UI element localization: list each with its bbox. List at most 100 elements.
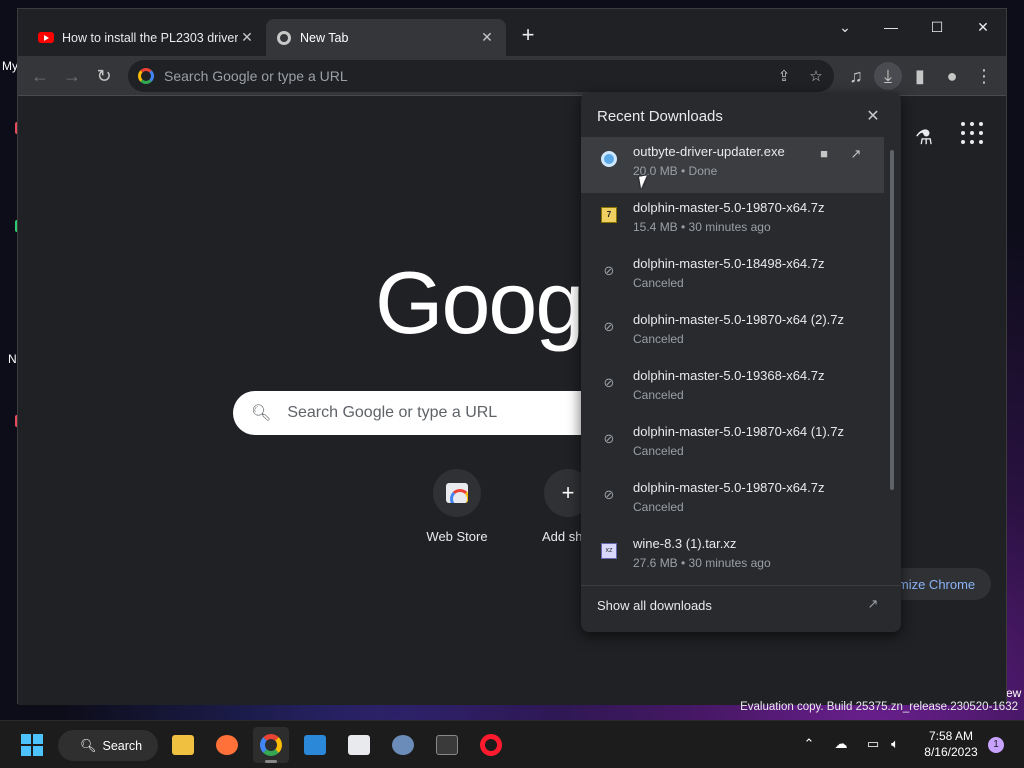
taskbar: 🔍︎ Search ⌃ ☁ ▭ 🔈︎ 7:58 AM 8/16/2023 1 (0, 720, 1024, 768)
download-filename: dolphin-master-5.0-19368-x64.7z (633, 368, 825, 383)
network-icon[interactable]: ☁ (832, 735, 850, 753)
terminal-icon[interactable] (429, 727, 465, 763)
download-item[interactable]: xz wine-8.3 (1).tar.xz 27.6 MB • 30 minu… (581, 529, 884, 585)
file-explorer-icon[interactable] (165, 727, 201, 763)
download-status: Canceled (633, 388, 684, 402)
canceled-icon: ⊘ (603, 431, 615, 446)
youtube-icon (38, 30, 54, 46)
download-filename: dolphin-master-5.0-19870-x64 (1).7z (633, 424, 844, 439)
start-button[interactable] (14, 727, 50, 763)
reload-icon[interactable]: ↻ (90, 62, 118, 90)
forward-icon[interactable]: → (58, 62, 86, 90)
minimize-button[interactable]: — (876, 15, 906, 39)
canceled-icon: ⊘ (603, 263, 615, 278)
chevron-up-icon[interactable]: ⌃ (800, 735, 818, 753)
download-status: Canceled (633, 444, 684, 458)
profile-icon[interactable]: ● (938, 62, 966, 90)
windows-icon (21, 734, 43, 756)
desktop-icon-label[interactable]: N (8, 352, 17, 366)
google-apps-icon[interactable] (959, 119, 985, 145)
new-tab-button[interactable]: + (516, 24, 540, 48)
chrome-taskbar-icon[interactable] (253, 727, 289, 763)
google-icon (138, 68, 154, 84)
download-item[interactable]: ⊘ dolphin-master-5.0-19368-x64.7z Cancel… (581, 361, 884, 417)
media-control-icon[interactable]: ♫ (842, 62, 870, 90)
download-item[interactable]: ⊘ dolphin-master-5.0-19870-x64 (1).7z Ca… (581, 417, 884, 473)
evaluation-watermark: Evaluation copy. Build 25375.zn_release.… (740, 701, 1018, 713)
chrome-labs-icon[interactable]: ⚗ (911, 125, 937, 151)
downloads-footer[interactable]: Show all downloads ↗ (581, 585, 901, 632)
tab-youtube[interactable]: How to install the PL2303 driver i ✕ (28, 19, 266, 56)
open-external-icon[interactable]: ↗ (863, 596, 883, 612)
download-filename: wine-8.3 (1).tar.xz (633, 536, 737, 551)
tab-search-icon[interactable]: ⌄ (830, 15, 860, 39)
clock-date: 8/16/2023 (924, 745, 978, 759)
tab-title: How to install the PL2303 driver i (62, 30, 238, 45)
tab-title: New Tab (300, 30, 349, 45)
download-filename: dolphin-master-5.0-19870-x64 (2).7z (633, 312, 844, 327)
exe-file-icon (601, 151, 617, 167)
shortcut-label: Web Store (426, 529, 488, 544)
web-store-icon (433, 469, 481, 517)
store-icon[interactable] (341, 727, 377, 763)
clock-time: 7:58 AM (928, 729, 974, 743)
taskbar-search-label: Search (102, 738, 143, 753)
firefox-icon[interactable] (209, 727, 245, 763)
search-icon: 🔍︎ (251, 405, 272, 422)
search-icon: 🔍︎ (80, 737, 97, 753)
canceled-icon: ⊘ (603, 319, 615, 334)
bookmark-star-icon[interactable]: ☆ (802, 60, 830, 92)
display-icon[interactable]: ▭ (864, 735, 882, 753)
open-external-icon[interactable]: ↗ (846, 144, 866, 164)
settings-icon[interactable] (385, 727, 421, 763)
downloads-icon[interactable]: ⤓ (874, 62, 902, 90)
canceled-icon: ⊘ (603, 375, 615, 390)
close-window-button[interactable]: ✕ (968, 15, 998, 39)
toolbar: ← → ↻ Search Google or type a URL ⇪ ☆ ♫ … (18, 56, 1006, 96)
download-item[interactable]: ⊘ dolphin-master-5.0-18498-x64.7z Cancel… (581, 249, 884, 305)
desktop-icon-label[interactable]: My (2, 59, 18, 73)
clock[interactable]: 7:58 AM 8/16/2023 (916, 728, 986, 760)
side-panel-icon[interactable]: ▮ (906, 62, 934, 90)
download-status: Canceled (633, 500, 684, 514)
maximize-button[interactable]: ☐ (922, 15, 952, 39)
scrollbar-thumb[interactable] (890, 150, 894, 490)
download-status: 27.6 MB • 30 minutes ago (633, 556, 771, 570)
close-tab-icon[interactable]: ✕ (478, 29, 496, 46)
shortcut-web-store[interactable]: Web Store (409, 469, 505, 544)
download-filename: dolphin-master-5.0-19870-x64.7z (633, 200, 825, 215)
ntp-search-placeholder: Search Google or type a URL (287, 404, 498, 421)
volume-icon[interactable]: 🔈︎ (886, 735, 904, 753)
google-logo: Goog (375, 253, 584, 352)
download-filename: outbyte-driver-updater.exe (633, 144, 785, 159)
download-status: Canceled (633, 332, 684, 346)
download-item[interactable]: ⊘ dolphin-master-5.0-19870-x64.7z Cancel… (581, 473, 884, 529)
close-tab-icon[interactable]: ✕ (238, 29, 256, 46)
download-item[interactable]: ⊘ dolphin-master-5.0-19870-x64 (2).7z Ca… (581, 305, 884, 361)
taskbar-search[interactable]: 🔍︎ Search (58, 730, 158, 761)
address-placeholder: Search Google or type a URL (164, 68, 348, 84)
download-item[interactable]: outbyte-driver-updater.exe 20.0 MB • Don… (581, 137, 884, 193)
mail-icon[interactable] (297, 727, 333, 763)
share-icon[interactable]: ⇪ (770, 60, 798, 92)
archive-7z-icon: 7 (601, 207, 617, 223)
chrome-icon (276, 30, 292, 46)
back-icon[interactable]: ← (26, 62, 54, 90)
download-status: Canceled (633, 276, 684, 290)
download-filename: dolphin-master-5.0-18498-x64.7z (633, 256, 825, 271)
show-all-downloads-link[interactable]: Show all downloads (597, 598, 712, 613)
notification-badge[interactable]: 1 (988, 737, 1004, 753)
download-item[interactable]: 7 dolphin-master-5.0-19870-x64.7z 15.4 M… (581, 193, 884, 249)
downloads-bubble: Recent Downloads ✕ outbyte-driver-update… (581, 92, 901, 632)
tab-new-tab[interactable]: New Tab ✕ (266, 19, 506, 56)
archive-xz-icon: xz (601, 543, 617, 559)
desktop-icon-label[interactable]: ew (1006, 686, 1021, 700)
show-in-folder-icon[interactable]: ■ (814, 144, 834, 164)
opera-icon[interactable] (473, 727, 509, 763)
menu-icon[interactable]: ⋮ (970, 62, 998, 90)
downloads-title: Recent Downloads (597, 108, 723, 125)
address-bar[interactable]: Search Google or type a URL ⇪ ☆ (128, 60, 834, 92)
canceled-icon: ⊘ (603, 487, 615, 502)
close-icon[interactable]: ✕ (863, 106, 883, 126)
download-filename: dolphin-master-5.0-19870-x64.7z (633, 480, 825, 495)
